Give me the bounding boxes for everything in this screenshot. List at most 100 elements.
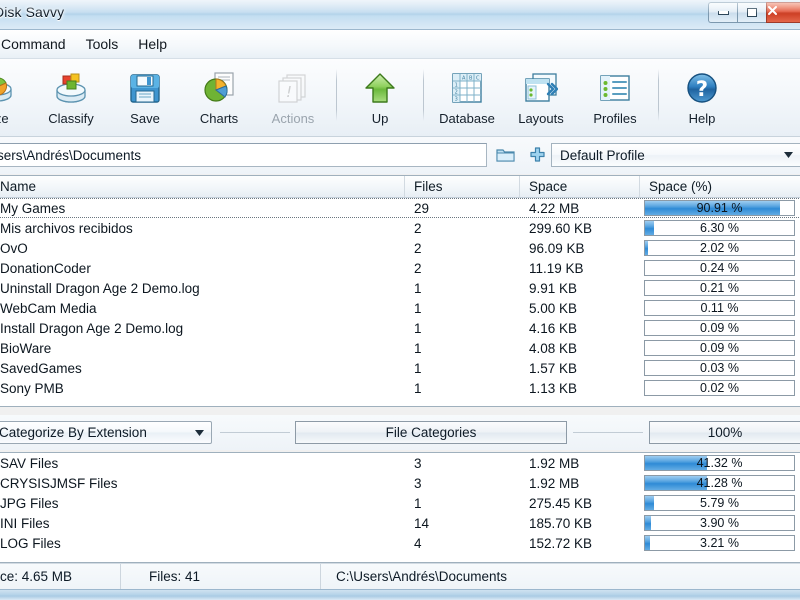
toolbar-label-database: Database <box>439 111 495 126</box>
table-row[interactable]: JPG Files 1 275.45 KB 5.79 % <box>0 493 800 513</box>
percent-bar: 0.03 % <box>644 360 795 376</box>
svg-text:1: 1 <box>455 83 458 89</box>
cell-name: DonationCoder <box>0 260 91 276</box>
cell-space: 4.22 MB <box>529 200 580 216</box>
cell-space-percent: 2.02 % <box>640 238 800 258</box>
title-bar: Disk Savvy <box>0 0 800 30</box>
percent-bar: 0.11 % <box>644 300 795 316</box>
cell-name: INI Files <box>0 515 50 531</box>
cell-name: BioWare <box>0 340 52 356</box>
table-row[interactable]: LOG Files 4 152.72 KB 3.21 % <box>0 533 800 553</box>
percent-bar-label: 0.21 % <box>700 281 739 295</box>
cell-space-percent: 5.79 % <box>640 493 800 513</box>
table-row[interactable]: Uninstall Dragon Age 2 Demo.log 1 9.91 KB 0… <box>0 278 800 298</box>
table-row[interactable]: WebCam Media 1 5.00 KB 0.11 % <box>0 298 800 318</box>
menu-item-command[interactable]: Command <box>0 33 75 55</box>
file-list-header: Name Files Space Space (%) <box>0 176 800 198</box>
cell-name: SAV Files <box>0 455 59 471</box>
toolbar-button-analyze[interactable]: lyze <box>0 66 34 132</box>
toolbar-button-up[interactable]: Up <box>343 66 417 132</box>
cell-space: 1.57 KB <box>529 360 578 376</box>
table-row[interactable]: BioWare 1 4.08 KB 0.09 % <box>0 338 800 358</box>
table-row[interactable]: SavedGames 1 1.57 KB 0.03 % <box>0 358 800 378</box>
percent-bar: 0.24 % <box>644 260 795 276</box>
table-row[interactable]: INI Files 14 185.70 KB 3.90 % <box>0 513 800 533</box>
toolbar-button-layouts[interactable]: Layouts <box>504 66 578 132</box>
toolbar-label-up: Up <box>371 111 389 126</box>
percent-bar-label: 41.28 % <box>696 476 743 490</box>
categorize-select-value: Categorize By Extension <box>0 425 147 440</box>
add-path-button[interactable] <box>524 143 550 167</box>
cell-files: 3 <box>414 455 422 471</box>
categorize-bar: Categorize By Extension File Categories … <box>0 415 800 450</box>
percent-button[interactable]: 100% <box>649 421 800 444</box>
toolbar-label-classify: Classify <box>48 111 94 126</box>
percent-bar-label: 0.11 % <box>700 301 739 315</box>
disk-savvy-window: Disk Savvy Command Tools Help e Classify… <box>0 0 800 600</box>
svg-text:!: ! <box>286 83 292 101</box>
table-row[interactable]: CRYSISJMSF Files 3 1.92 MB 41.28 % <box>0 473 800 493</box>
maximize-button[interactable] <box>737 2 766 23</box>
cell-name: CRYSISJMSF Files <box>0 475 118 491</box>
cell-space: 11.19 KB <box>529 260 584 276</box>
toolbar-label-layouts: Layouts <box>518 111 564 126</box>
percent-bar-label: 5.79 % <box>700 496 739 510</box>
maximize-icon <box>747 8 757 17</box>
column-header-files[interactable]: Files <box>405 176 520 197</box>
file-categories-button[interactable]: File Categories <box>295 421 567 444</box>
cell-files: 1 <box>414 280 422 296</box>
table-row[interactable]: DonationCoder 2 11.19 KB 0.24 % <box>0 258 800 278</box>
toolbar-button-classify[interactable]: Classify <box>34 66 108 132</box>
column-header-space-percent[interactable]: Space (%) <box>640 176 800 197</box>
profile-select-value: Default Profile <box>560 147 645 163</box>
path-input[interactable]: sers\Andrés\Documents <box>0 143 487 167</box>
menu-item-tools[interactable]: Tools <box>77 33 128 55</box>
toolbar-button-profiles[interactable]: Profiles <box>578 66 652 132</box>
percent-bar-label: 3.21 % <box>700 536 739 550</box>
table-row[interactable]: OvO 2 96.09 KB 2.02 % <box>0 238 800 258</box>
svg-text:C: C <box>476 76 480 82</box>
toolbar-button-database[interactable]: ABC 123 Database <box>430 66 504 132</box>
percent-bar-label: 2.02 % <box>700 241 739 255</box>
cell-space: 4.08 KB <box>529 340 578 356</box>
cell-files: 3 <box>414 475 422 491</box>
svg-text:3: 3 <box>455 97 458 103</box>
cell-space: 5.00 KB <box>529 300 578 316</box>
table-row[interactable]: Sony PMB 1 1.13 KB 0.02 % <box>0 378 800 398</box>
cell-space-percent: 41.32 % <box>640 453 800 473</box>
toolbar-label-actions: Actions <box>271 111 315 126</box>
toolbar-button-save[interactable]: Save <box>108 66 182 132</box>
close-button[interactable] <box>766 2 800 23</box>
table-row[interactable]: My Games 29 4.22 MB 90.91 % <box>0 198 800 218</box>
percent-bar-label: 90.91 % <box>696 201 743 215</box>
profile-select[interactable]: Default Profile <box>551 143 800 167</box>
cell-space: 9.91 KB <box>529 280 578 296</box>
cell-files: 1 <box>414 495 422 511</box>
table-row[interactable]: Install Dragon Age 2 Demo.log 1 4.16 KB 0.0… <box>0 318 800 338</box>
percent-bar: 2.02 % <box>644 240 795 256</box>
cell-name: LOG Files <box>0 535 61 551</box>
column-header-space[interactable]: Space <box>520 176 640 197</box>
status-space: ce: 4.65 MB <box>0 569 73 584</box>
chevron-down-icon <box>784 152 793 158</box>
svg-text:?: ? <box>696 77 708 101</box>
folder-browse-icon <box>495 149 515 162</box>
toolbar-button-help[interactable]: ? Help <box>665 66 739 132</box>
separator-line-left <box>220 432 290 433</box>
toolbar-button-actions[interactable]: ! Actions <box>256 66 330 132</box>
analyze-disk-icon <box>0 66 16 110</box>
browse-folder-button[interactable] <box>492 143 518 167</box>
toolbar-button-charts[interactable]: Charts <box>182 66 256 132</box>
toolbar-label-profiles: Profiles <box>593 111 637 126</box>
minimize-button[interactable] <box>708 2 737 23</box>
category-list-panel: SAV Files 3 1.92 MB 41.32 % CRYSISJMSF Files… <box>0 452 800 563</box>
menu-item-help[interactable]: Help <box>129 33 176 55</box>
cell-files: 2 <box>414 240 422 256</box>
cell-space-percent: 41.28 % <box>640 473 800 493</box>
categorize-select[interactable]: Categorize By Extension <box>0 421 212 444</box>
table-row[interactable]: SAV Files 3 1.92 MB 41.32 % <box>0 453 800 473</box>
up-arrow-icon <box>364 66 396 110</box>
table-row[interactable]: Mis archivos recibidos 2 299.60 KB 6.30 % <box>0 218 800 238</box>
column-header-name[interactable]: Name <box>0 176 405 197</box>
cell-files: 29 <box>414 200 430 216</box>
